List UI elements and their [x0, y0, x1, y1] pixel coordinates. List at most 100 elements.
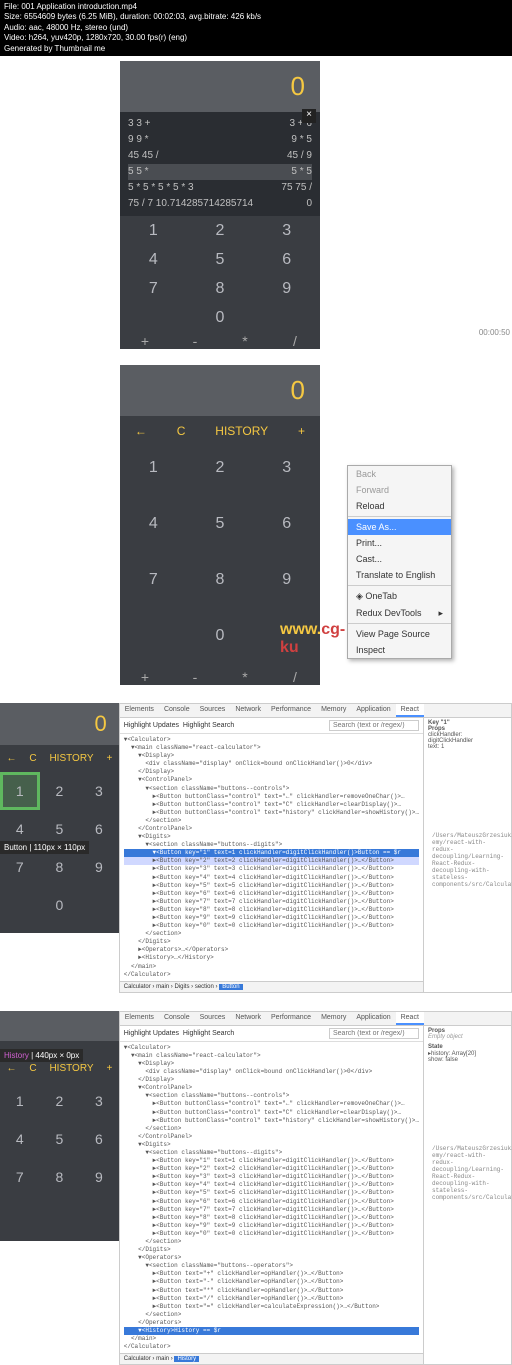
digit-6[interactable]: 6: [253, 245, 320, 274]
code-line[interactable]: ►<Button key="9" text=9 clickHandler=dig…: [124, 1222, 419, 1230]
code-line[interactable]: ►<Button key="8" text=8 clickHandler=dig…: [124, 906, 419, 914]
code-line[interactable]: ▼<Display>: [124, 1060, 419, 1068]
digit-3[interactable]: 3: [253, 446, 320, 491]
history-row[interactable]: 3 3 +3 + 6: [128, 116, 312, 132]
breadcrumb-item[interactable]: main: [156, 984, 169, 990]
code-line[interactable]: </ControlPanel>: [124, 825, 419, 833]
devtools-tabbar[interactable]: ElementsConsoleSourcesNetworkPerformance…: [120, 704, 511, 718]
tab-performance[interactable]: Performance: [266, 704, 316, 717]
context-menu[interactable]: BackForwardReloadSave As...Print...Cast.…: [347, 465, 452, 659]
digit-7[interactable]: 7: [120, 557, 187, 602]
search-input[interactable]: [329, 720, 419, 731]
code-line[interactable]: ►<Button text="-" clickHandler=opHandler…: [124, 1278, 419, 1286]
code-line[interactable]: ►<Button text="+" clickHandler=opHandler…: [124, 1270, 419, 1278]
op-button[interactable]: +: [120, 333, 170, 349]
breadcrumb-item[interactable]: section: [195, 984, 214, 990]
plus-button[interactable]: +: [298, 424, 305, 438]
digit-8[interactable]: 8: [40, 1158, 80, 1196]
code-line[interactable]: ►<Button key="2" text=2 clickHandler=dig…: [124, 1165, 419, 1173]
code-line[interactable]: ►<Button key="6" text=6 clickHandler=dig…: [124, 890, 419, 898]
code-line[interactable]: <div className="display" onClick=bound o…: [124, 760, 419, 768]
component-tree[interactable]: ▼<Calculator> ▼<main className="react-ca…: [120, 1042, 423, 1354]
digit-4[interactable]: 4: [120, 502, 187, 547]
digit-1[interactable]: 1: [0, 772, 40, 810]
ctx-onetab[interactable]: ◈ OneTab: [348, 588, 451, 605]
clear-button[interactable]: C: [29, 753, 36, 764]
search-input[interactable]: [329, 1028, 419, 1039]
code-line[interactable]: </section>: [124, 817, 419, 825]
op-button[interactable]: +: [120, 669, 170, 685]
tab-elements[interactable]: Elements: [120, 704, 159, 717]
tab-sources[interactable]: Sources: [195, 704, 231, 717]
code-line[interactable]: ►<Button key="8" text=8 clickHandler=dig…: [124, 1214, 419, 1222]
tab-application[interactable]: Application: [351, 1012, 395, 1025]
history-row[interactable]: 45 45 /45 / 9: [128, 148, 312, 164]
code-line[interactable]: ▼<Calculator>: [124, 1044, 419, 1052]
ctx-redux-devtools[interactable]: Redux DevTools▸: [348, 605, 451, 621]
digit-9[interactable]: 9: [253, 557, 320, 602]
code-line[interactable]: ▼<main className="react-calculator">: [124, 1052, 419, 1060]
digit-2[interactable]: 2: [40, 1082, 80, 1120]
digit-9[interactable]: 9: [253, 274, 320, 303]
digit-3[interactable]: 3: [79, 772, 119, 810]
code-line[interactable]: </Digits>: [124, 938, 419, 946]
digit-4[interactable]: 4: [0, 1120, 40, 1158]
digit-2[interactable]: 2: [187, 216, 254, 245]
code-line[interactable]: </section>: [124, 1238, 419, 1246]
digit-2[interactable]: 2: [187, 446, 254, 491]
code-line[interactable]: ►<Button key="4" text=4 clickHandler=dig…: [124, 1181, 419, 1189]
history-button[interactable]: HISTORY: [49, 753, 93, 764]
op-button[interactable]: /: [270, 669, 320, 685]
code-line[interactable]: ▼<section className="buttons--operators"…: [124, 1262, 419, 1270]
code-line[interactable]: ►<Button buttonClass="control" text="←" …: [124, 793, 419, 801]
code-line[interactable]: ▼<Operators>: [124, 1254, 419, 1262]
tab-react[interactable]: React: [396, 704, 424, 717]
component-tree[interactable]: ▼<Calculator> ▼<main className="react-ca…: [120, 734, 423, 981]
plus-button[interactable]: +: [106, 1063, 112, 1074]
code-line[interactable]: ►<Button key="7" text=7 clickHandler=dig…: [124, 898, 419, 906]
code-line[interactable]: ►<Button key="3" text=3 clickHandler=dig…: [124, 865, 419, 873]
tab-console[interactable]: Console: [159, 1012, 195, 1025]
tab-performance[interactable]: Performance: [266, 1012, 316, 1025]
tab-network[interactable]: Network: [230, 1012, 266, 1025]
code-line[interactable]: ▼<main className="react-calculator">: [124, 744, 419, 752]
digit-0[interactable]: 0: [187, 304, 254, 333]
code-line[interactable]: </section>: [124, 1311, 419, 1319]
digit-5[interactable]: 5: [187, 245, 254, 274]
code-line[interactable]: </Display>: [124, 1076, 419, 1084]
digit-5[interactable]: 5: [40, 1120, 80, 1158]
op-button[interactable]: -: [170, 333, 220, 349]
code-line[interactable]: ►<Button key="3" text=3 clickHandler=dig…: [124, 1173, 419, 1181]
digit-1[interactable]: 1: [120, 216, 187, 245]
digit-5[interactable]: 5: [187, 502, 254, 547]
code-line[interactable]: </ControlPanel>: [124, 1133, 419, 1141]
code-line[interactable]: </section>: [124, 1125, 419, 1133]
digit-0[interactable]: 0: [40, 886, 80, 924]
breadcrumb-item[interactable]: Button: [219, 984, 242, 990]
code-line[interactable]: ►<Button buttonClass="control" text="C" …: [124, 801, 419, 809]
clear-button[interactable]: C: [177, 424, 186, 438]
code-line[interactable]: </main>: [124, 1335, 419, 1343]
tab-memory[interactable]: Memory: [316, 1012, 351, 1025]
digit-6[interactable]: 6: [79, 1120, 119, 1158]
code-line[interactable]: ▼<section className="buttons--digits">: [124, 1149, 419, 1157]
highlight-search[interactable]: Highlight Search: [183, 1030, 234, 1037]
code-line[interactable]: ▼<History>History == $r: [124, 1327, 419, 1335]
digit-8[interactable]: 8: [187, 274, 254, 303]
highlight-updates[interactable]: Highlight Updates: [124, 1030, 179, 1037]
code-line[interactable]: ►<Button buttonClass="control" text="his…: [124, 809, 419, 817]
digit-7[interactable]: 7: [120, 274, 187, 303]
tab-sources[interactable]: Sources: [195, 1012, 231, 1025]
code-line[interactable]: </Calculator>: [124, 971, 419, 979]
history-button[interactable]: HISTORY: [215, 424, 268, 438]
history-button[interactable]: HISTORY: [49, 1063, 93, 1074]
ctx-inspect[interactable]: Inspect: [348, 642, 451, 658]
code-line[interactable]: ▼<ControlPanel>: [124, 776, 419, 784]
highlight-updates[interactable]: Highlight Updates: [124, 722, 179, 729]
code-line[interactable]: ►<History>…</History>: [124, 954, 419, 962]
code-line[interactable]: ▼<section className="buttons--controls">: [124, 1092, 419, 1100]
code-line[interactable]: <div className="display" onClick=bound o…: [124, 1068, 419, 1076]
devtools-tabbar[interactable]: ElementsConsoleSourcesNetworkPerformance…: [120, 1012, 511, 1026]
code-line[interactable]: ►<Button key="7" text=7 clickHandler=dig…: [124, 1206, 419, 1214]
code-line[interactable]: ▼<Calculator>: [124, 736, 419, 744]
